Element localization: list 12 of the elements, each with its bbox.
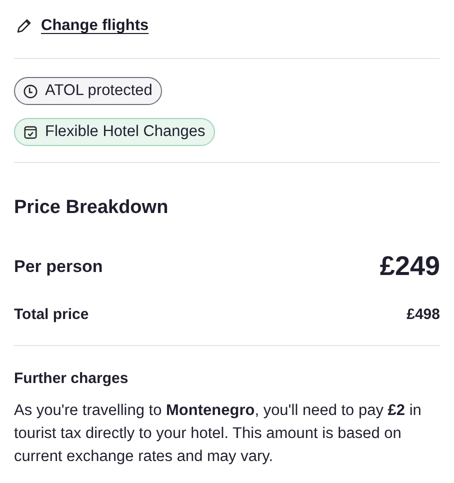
change-flights-link[interactable]: Change flights xyxy=(41,17,149,35)
calendar-check-icon xyxy=(23,124,38,140)
price-label: Per person xyxy=(14,256,103,276)
pencil-icon xyxy=(16,18,32,34)
price-value: £249 xyxy=(380,251,440,282)
price-label: Total price xyxy=(14,306,89,323)
section-title: Price Breakdown xyxy=(14,197,170,219)
price-value: £498 xyxy=(406,306,440,323)
charges-text: As you're travelling to Montenegro, you'll need to pay £2 in tourist tax directly to your hotel. This amount is based on current exchange rates and may vary. xyxy=(14,401,422,467)
section-subtitle: Further charges xyxy=(14,370,130,387)
feature-badge: Flexible Hotel Changes xyxy=(14,118,216,146)
feature-badge: ATOL protected xyxy=(14,77,162,105)
